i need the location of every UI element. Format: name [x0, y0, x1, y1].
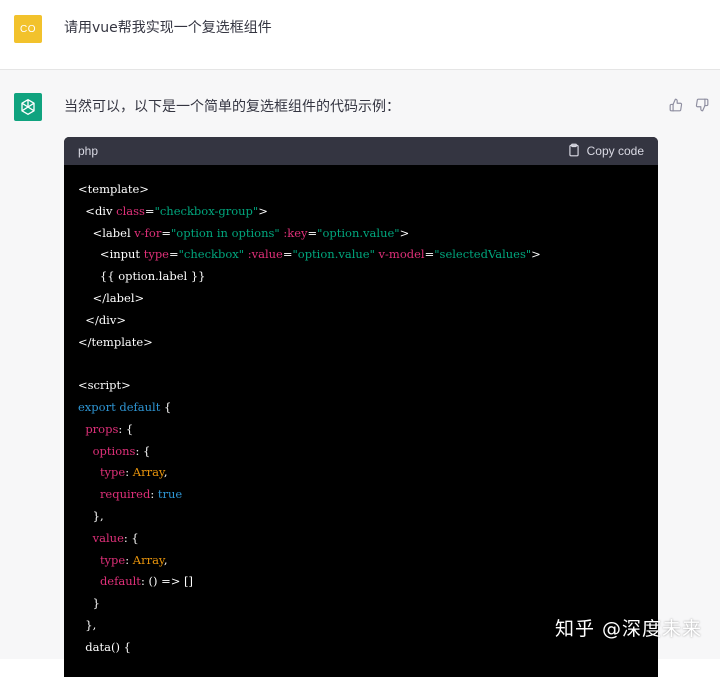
code-line: options: { — [78, 441, 644, 463]
code-token: : { — [135, 443, 151, 458]
code-token: <template> — [78, 182, 149, 196]
copy-code-button[interactable]: Copy code — [567, 143, 644, 160]
code-token: = — [169, 247, 179, 262]
code-line: required: true — [78, 484, 644, 506]
code-token: type — [99, 552, 126, 567]
code-token: "checkbox" — [178, 247, 245, 262]
code-body: <template> <div class="checkbox-group"> … — [64, 165, 658, 673]
code-token: Array — [132, 552, 164, 567]
code-token: value — [92, 530, 124, 545]
code-token: : { — [118, 421, 134, 436]
code-token: "option.value" — [292, 247, 375, 262]
code-line: }, — [78, 506, 644, 528]
code-token: default — [119, 399, 161, 414]
code-line: </template> — [78, 332, 644, 354]
copy-code-label: Copy code — [586, 144, 644, 158]
code-language-label: php — [78, 144, 99, 158]
code-token: true — [157, 487, 183, 502]
code-line: </div> — [78, 310, 644, 332]
code-token: :key — [283, 225, 308, 240]
code-token: :value — [247, 247, 283, 262]
code-token: default — [99, 574, 141, 589]
code-token: <label — [78, 225, 135, 240]
code-token: "option in options" — [171, 225, 280, 240]
thumbs-down-icon[interactable] — [694, 97, 710, 113]
code-token: Array — [132, 465, 164, 480]
code-token: options — [92, 443, 136, 458]
code-token: export — [78, 399, 116, 414]
code-token: }, — [78, 617, 97, 632]
code-token: props — [85, 421, 119, 436]
assistant-intro-text: 当然可以，以下是一个简单的复选框组件的代码示例： — [64, 99, 400, 115]
code-line: props: { — [78, 419, 644, 441]
assistant-message-row: 当然可以，以下是一个简单的复选框组件的代码示例： php Copy code <… — [0, 70, 720, 677]
code-token: </div> — [78, 312, 126, 327]
user-message-text: 请用vue帮我实现一个复选框组件 — [64, 20, 272, 36]
code-token: }, — [78, 508, 104, 523]
code-line: <div class="checkbox-group"> — [78, 201, 644, 223]
code-token: type — [99, 465, 126, 480]
code-token: : () => [] — [140, 574, 193, 589]
code-line: {{ option.label }} — [78, 266, 644, 288]
code-token: } — [78, 596, 100, 611]
code-token: v-model — [378, 247, 425, 262]
code-line: value: { — [78, 528, 644, 550]
code-token: , — [163, 552, 168, 567]
code-line: default: () => [] — [78, 571, 644, 593]
code-line: type: Array, — [78, 462, 644, 484]
code-token: "option.value" — [317, 225, 400, 240]
code-token: = — [307, 225, 318, 240]
code-line: <script> — [78, 375, 644, 397]
watermark: 知乎 @深度未来 — [554, 618, 702, 640]
code-token: <script> — [78, 378, 131, 393]
code-token: > — [399, 225, 410, 240]
code-block: php Copy code <template> <div class="che… — [64, 137, 658, 677]
thumbs-up-icon[interactable] — [668, 97, 684, 113]
code-token: : — [150, 487, 158, 502]
code-token: <div — [78, 203, 117, 218]
code-token: type — [143, 247, 169, 262]
code-token: : { — [123, 530, 139, 545]
code-token: { — [160, 399, 172, 414]
code-token: <input — [78, 247, 144, 262]
code-block-header: php Copy code — [64, 137, 658, 165]
code-token: "selectedValues" — [434, 247, 532, 262]
code-token: class — [116, 203, 145, 218]
code-token: , — [163, 465, 168, 480]
user-message-row: CO 请用vue帮我实现一个复选框组件 — [0, 0, 720, 70]
code-token: required — [99, 487, 151, 502]
code-line: <input type="checkbox" :value="option.va… — [78, 244, 644, 266]
code-line: } — [78, 593, 644, 615]
code-token: > — [531, 247, 541, 262]
code-token: : — [125, 465, 133, 480]
chatgpt-logo-icon — [14, 93, 42, 121]
code-line: type: Array, — [78, 550, 644, 572]
code-line: <label v-for="option in options" :key="o… — [78, 223, 644, 245]
code-token: = — [161, 225, 171, 240]
code-token: : — [125, 552, 133, 567]
feedback-buttons — [668, 97, 710, 113]
code-token: {{ option.label }} — [78, 269, 206, 284]
code-line: export default { — [78, 397, 644, 419]
code-line: <template> — [78, 179, 644, 201]
code-token: </template> — [78, 334, 153, 349]
code-token: v-for — [134, 225, 162, 240]
code-token: data() { — [78, 639, 131, 654]
user-avatar: CO — [14, 15, 42, 43]
code-token: </label> — [78, 290, 145, 305]
code-line: </label> — [78, 288, 644, 310]
code-token: = — [424, 247, 435, 262]
code-token: > — [258, 203, 268, 218]
clipboard-icon — [567, 143, 581, 160]
code-token: "checkbox-group" — [154, 203, 259, 218]
code-token: = — [144, 203, 155, 218]
